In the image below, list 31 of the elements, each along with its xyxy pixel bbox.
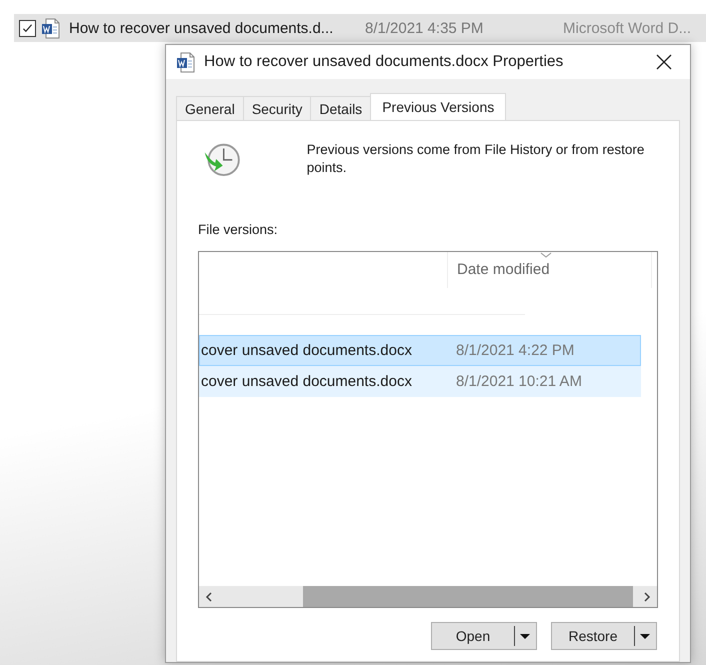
file-row[interactable]: How to recover unsaved documents.d... 8/1/2021 4:35 PM Microsoft Word D... <box>14 14 706 42</box>
file-name: How to recover unsaved documents.d... <box>69 20 334 36</box>
document-icon <box>41 18 60 38</box>
file-type: Microsoft Word D... <box>563 20 692 36</box>
scroll-right-icon <box>643 592 651 602</box>
version-row[interactable]: cover unsaved documents.docx 8/1/2021 10:21 AM <box>199 366 641 397</box>
tab[interactable]: General <box>176 96 244 120</box>
document-icon <box>176 52 195 72</box>
scroll-thumb[interactable] <box>303 586 633 607</box>
file-date: 8/1/2021 4:35 PM <box>365 20 484 36</box>
sort-caret-icon <box>540 252 552 258</box>
description-text: Previous versions come from File History or from restore points. <box>306 141 646 177</box>
version-date: 8/1/2021 4:22 PM <box>456 342 574 359</box>
dropdown-caret-icon <box>520 634 530 638</box>
version-name: cover unsaved documents.docx <box>200 342 413 359</box>
column-header-label: Date modified <box>457 261 550 278</box>
checkbox[interactable] <box>19 20 36 36</box>
scroll-left-icon <box>205 592 213 602</box>
split-button[interactable]: Open <box>431 622 537 650</box>
column-header[interactable]: Date modified <box>448 252 652 288</box>
split-button[interactable]: Restore <box>551 622 657 650</box>
version-row[interactable]: cover unsaved documents.docx 8/1/2021 4:22 PM <box>199 335 641 366</box>
tab[interactable]: Security <box>242 96 312 120</box>
dropdown-caret-icon <box>640 634 650 638</box>
tab[interactable]: Previous Versions <box>370 93 506 120</box>
file-versions-label: File versions: <box>198 222 279 237</box>
version-date: 8/1/2021 10:21 AM <box>456 373 582 390</box>
window-title: How to recover unsaved documents.docx Properties <box>204 53 564 71</box>
close-icon <box>656 54 672 70</box>
version-name: cover unsaved documents.docx <box>200 373 413 390</box>
horizontal-scrollbar[interactable] <box>199 586 657 607</box>
